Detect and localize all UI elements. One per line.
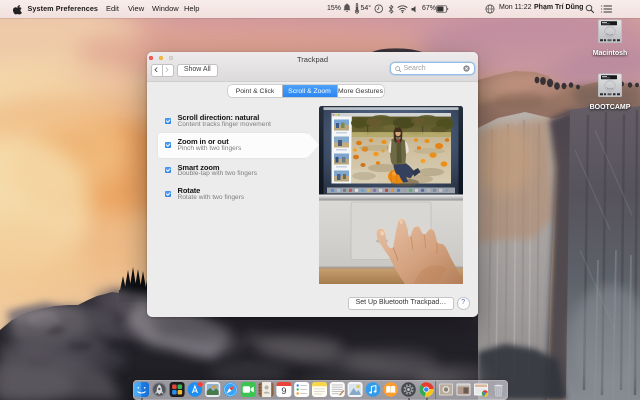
svg-text:9: 9 xyxy=(281,386,286,396)
